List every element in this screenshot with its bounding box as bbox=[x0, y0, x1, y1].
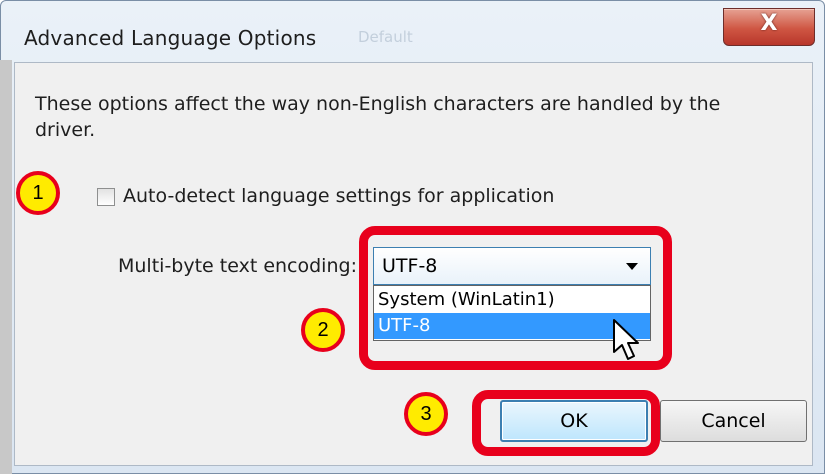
close-icon: X bbox=[760, 11, 778, 36]
cancel-button[interactable]: Cancel bbox=[660, 400, 807, 442]
encoding-label: Multi-byte text encoding: bbox=[118, 255, 357, 277]
auto-detect-label[interactable]: Auto-detect language settings for applic… bbox=[123, 185, 554, 207]
step-badge-2: 2 bbox=[301, 308, 345, 352]
step-badge-3: 3 bbox=[404, 392, 448, 436]
dialog-title: Advanced Language Options bbox=[24, 26, 317, 50]
description-text: These options affect the way non-English… bbox=[35, 93, 721, 141]
title-ghost-text: Default bbox=[358, 28, 413, 46]
background-window-edge bbox=[0, 60, 12, 474]
ok-highlight-box bbox=[472, 390, 660, 456]
auto-detect-checkbox[interactable] bbox=[97, 188, 115, 206]
close-button[interactable]: X bbox=[723, 8, 815, 46]
encoding-highlight-box bbox=[359, 226, 672, 370]
title-bar[interactable]: Advanced Language Options Default X bbox=[8, 8, 817, 60]
step-badge-1: 1 bbox=[16, 171, 60, 215]
